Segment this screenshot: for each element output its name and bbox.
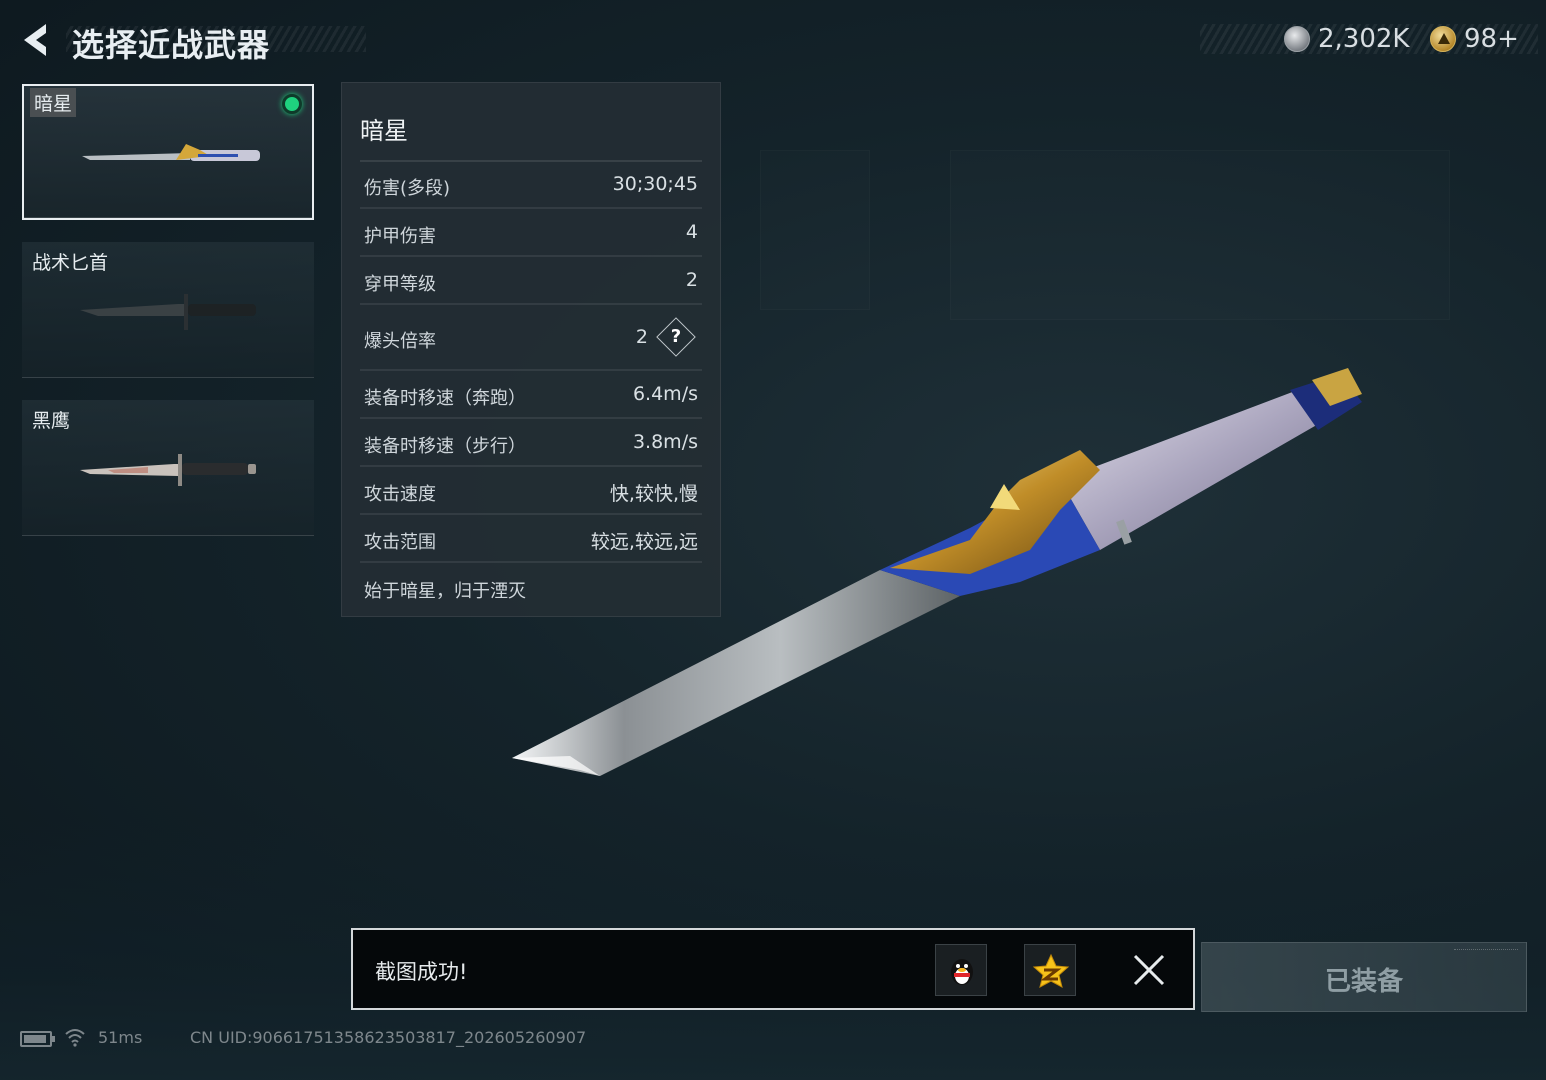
close-icon[interactable] bbox=[1129, 950, 1169, 990]
weapon-card-black-hawk[interactable]: 黑鹰 bbox=[22, 400, 314, 536]
stat-row-penetration: 穿甲等级 2 bbox=[360, 257, 702, 305]
stat-label: 穿甲等级 bbox=[364, 274, 436, 295]
stat-row-armor-damage: 护甲伤害 4 bbox=[360, 209, 702, 257]
stat-value: 4 bbox=[685, 221, 698, 243]
back-arrow-icon[interactable] bbox=[16, 20, 56, 60]
silver-coin-icon bbox=[1284, 26, 1310, 52]
share-qq-button[interactable] bbox=[935, 944, 987, 996]
currency-gold[interactable]: 98+ bbox=[1430, 22, 1519, 56]
equipped-label: 已装备 bbox=[1324, 967, 1403, 997]
stat-label: 伤害(多段) bbox=[364, 178, 451, 199]
equipped-button[interactable]: 已装备 bbox=[1201, 942, 1527, 1012]
stat-label: 攻击范围 bbox=[364, 532, 436, 553]
battery-icon bbox=[20, 1031, 55, 1047]
gold-amount: 98+ bbox=[1464, 24, 1519, 54]
wifi-icon bbox=[65, 1029, 85, 1047]
stat-row-damage: 伤害(多段) 30;30;45 bbox=[360, 161, 702, 209]
header: 选择近战武器 2,302K 98+ bbox=[0, 0, 1546, 80]
dagger-thumbnail-icon bbox=[80, 294, 256, 330]
help-icon[interactable]: ? bbox=[656, 317, 696, 357]
stat-value: 2 bbox=[635, 326, 648, 348]
background-panel bbox=[760, 150, 870, 310]
stat-label: 爆头倍率 bbox=[364, 331, 436, 352]
currency-silver: 2,302K bbox=[1284, 22, 1409, 56]
stat-value: 30;30;45 bbox=[612, 173, 698, 195]
weapon-name: 暗星 bbox=[30, 88, 77, 117]
stats-title: 暗星 bbox=[360, 117, 408, 145]
uid-text: CN UID:9066175135862350381​7_20260526090… bbox=[190, 1028, 587, 1047]
weapon-card-anxing[interactable]: 暗星 bbox=[22, 84, 314, 220]
screenshot-toast: 截图成功! bbox=[351, 928, 1195, 1010]
stat-label: 攻击速度 bbox=[364, 484, 436, 505]
ping-text: 51ms bbox=[98, 1028, 143, 1047]
stat-value: 2 bbox=[685, 269, 698, 291]
stat-label: 护甲伤害 bbox=[364, 226, 436, 247]
knife-thumbnail-icon bbox=[82, 144, 260, 161]
page-title: 选择近战武器 bbox=[72, 26, 271, 64]
divider bbox=[22, 377, 314, 378]
weapon-name: 战术匕首 bbox=[32, 252, 109, 274]
toast-message: 截图成功! bbox=[375, 960, 468, 984]
qzone-star-icon bbox=[1032, 953, 1070, 988]
qq-penguin-icon bbox=[951, 959, 973, 985]
gold-coin-icon bbox=[1430, 26, 1456, 52]
divider bbox=[24, 217, 312, 218]
silver-amount: 2,302K bbox=[1318, 24, 1410, 54]
help-glyph: ? bbox=[670, 326, 682, 347]
weapon-card-tactical-dagger[interactable]: 战术匕首 bbox=[22, 242, 314, 378]
button-decoration bbox=[1454, 949, 1518, 957]
black-hawk-thumbnail-icon bbox=[80, 454, 256, 486]
divider bbox=[22, 535, 314, 536]
share-qzone-button[interactable] bbox=[1024, 944, 1076, 996]
weapon-name: 黑鹰 bbox=[32, 410, 71, 432]
knife-preview-image bbox=[512, 368, 1362, 776]
equipped-indicator bbox=[282, 94, 302, 114]
background-panel bbox=[950, 150, 1450, 320]
